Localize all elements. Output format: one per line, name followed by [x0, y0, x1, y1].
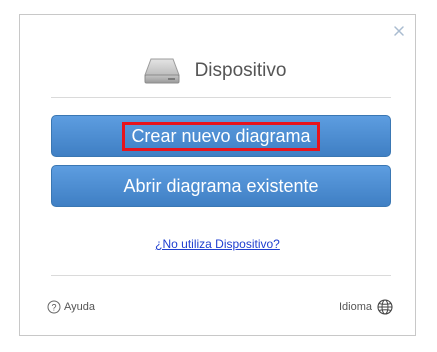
not-using-device-link[interactable]: ¿No utiliza Dispositivo?: [155, 237, 280, 251]
globe-icon: [377, 299, 393, 315]
svg-text:?: ?: [51, 303, 56, 313]
open-diagram-button[interactable]: Abrir diagrama existente: [51, 165, 391, 207]
help-circle-icon: ?: [47, 300, 61, 314]
divider: [51, 275, 391, 276]
hard-drive-icon: [143, 56, 181, 86]
help-button[interactable]: ? Ayuda: [47, 300, 95, 314]
not-using-device-link-row: ¿No utiliza Dispositivo?: [20, 237, 415, 251]
dialog: Dispositivo Crear nuevo diagrama Abrir d…: [19, 14, 416, 336]
help-label: Ayuda: [64, 301, 95, 313]
language-label: Idioma: [338, 301, 372, 313]
language-button[interactable]: Idioma: [339, 299, 393, 315]
divider: [51, 97, 391, 98]
create-diagram-button[interactable]: Crear nuevo diagrama: [51, 115, 391, 157]
dialog-header: Dispositivo: [20, 53, 415, 89]
open-diagram-label: Abrir diagrama existente: [123, 175, 319, 196]
dialog-title: Dispositivo: [194, 60, 287, 81]
close-icon[interactable]: [392, 24, 406, 38]
create-diagram-label: Crear nuevo diagrama: [122, 121, 320, 151]
